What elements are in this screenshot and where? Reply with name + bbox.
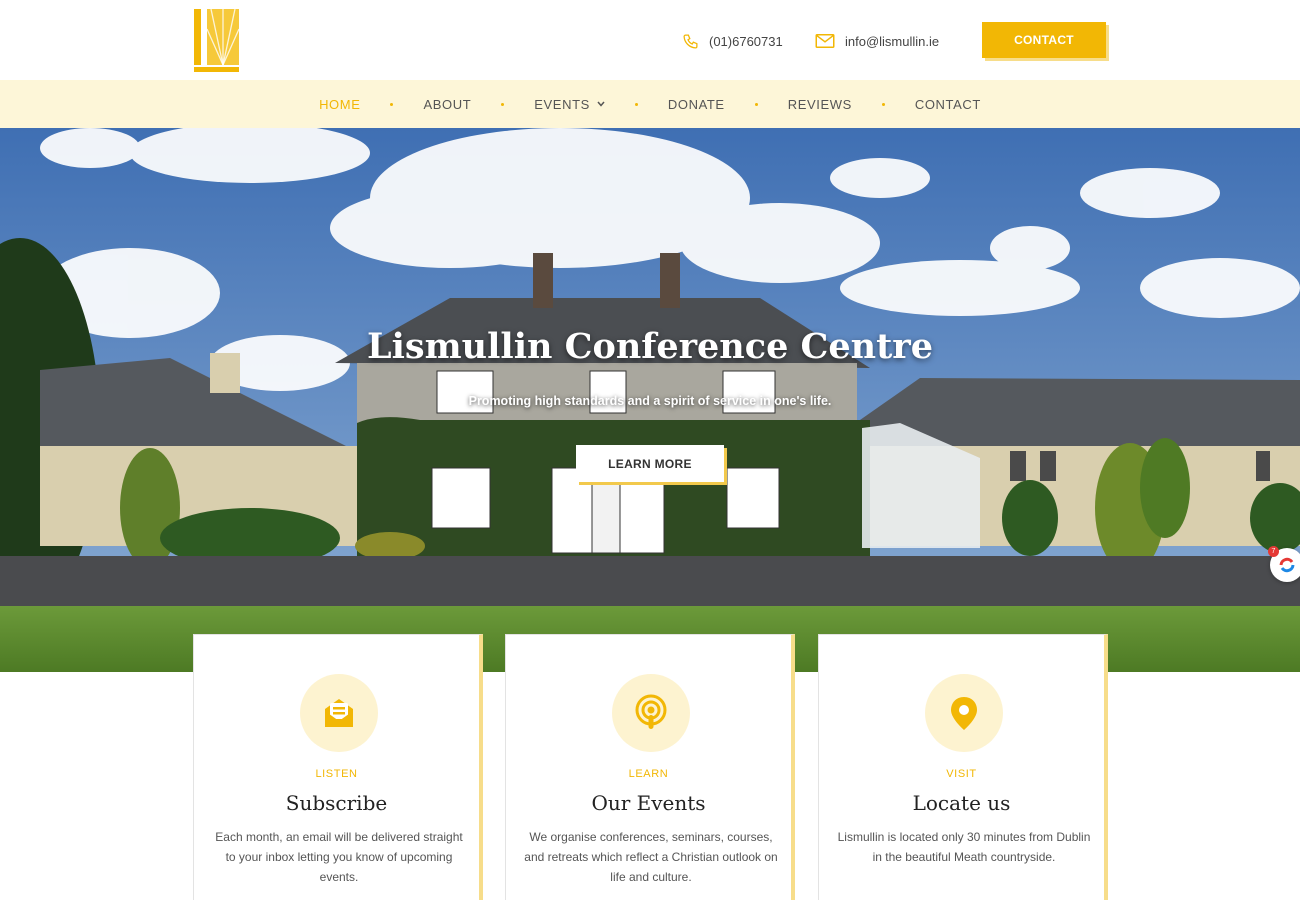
nav-item-contact[interactable]: CONTACT: [915, 97, 981, 112]
nav-separator: [501, 102, 505, 106]
card-text: We organise conferences, seminars, cours…: [524, 830, 778, 884]
chevron-down-icon: [597, 101, 605, 107]
map-pin-icon: [951, 697, 977, 730]
hero-section: Lismullin Conference Centre Promoting hi…: [0, 128, 1300, 672]
nav-separator: [754, 102, 758, 106]
envelope-open-icon: [325, 699, 353, 727]
mail-icon: [815, 34, 835, 48]
card-kicker: VISIT: [946, 768, 977, 780]
card-text: Each month, an email will be delivered s…: [215, 830, 463, 884]
nav-item-donate[interactable]: DONATE: [668, 97, 725, 112]
nav-item-about[interactable]: ABOUT: [423, 97, 471, 112]
card-locate-us[interactable]: VISIT Locate us Lismullin is located onl…: [818, 634, 1108, 900]
card-title: Subscribe: [285, 791, 388, 815]
card-kicker: LISTEN: [315, 768, 358, 780]
card-our-events[interactable]: LEARN Our Events We organise conferences…: [505, 634, 795, 900]
top-bar: (01)6760731 info@lismullin.ie CONTACT: [0, 0, 1300, 80]
main-nav: HOME ABOUT EVENTS DONATE REVIEWS CONTACT: [0, 80, 1300, 128]
email-address[interactable]: info@lismullin.ie: [845, 34, 939, 49]
podcast-icon: [635, 694, 667, 729]
logo[interactable]: [193, 7, 241, 73]
phone-icon: [683, 33, 698, 49]
nav-item-events-label: EVENTS: [534, 96, 590, 112]
phone-contact[interactable]: (01)6760731: [682, 29, 783, 53]
nav-separator: [634, 102, 638, 106]
phone-number[interactable]: (01)6760731: [709, 34, 783, 49]
lismullin-logo-icon: [194, 8, 240, 72]
hero-subtitle: Promoting high standards and a spirit of…: [468, 394, 832, 408]
hero-title: Lismullin Conference Centre: [367, 326, 933, 367]
card-subscribe[interactable]: LISTEN Subscribe Each month, an email wi…: [193, 634, 483, 900]
nav-item-reviews[interactable]: REVIEWS: [788, 97, 852, 112]
nav-separator: [881, 102, 885, 106]
card-icon-circle: [925, 674, 1003, 752]
email-contact[interactable]: info@lismullin.ie: [815, 29, 939, 53]
card-text: Lismullin is located only 30 minutes fro…: [837, 830, 1091, 864]
card-kicker: LEARN: [628, 768, 669, 780]
card-icon-circle: [300, 674, 378, 752]
card-icon-circle: [612, 674, 690, 752]
learn-more-button[interactable]: LEARN MORE: [576, 445, 724, 482]
nav-item-events[interactable]: EVENTS: [534, 97, 605, 112]
nav-item-home[interactable]: HOME: [319, 97, 360, 112]
contact-button[interactable]: CONTACT: [982, 22, 1106, 58]
card-title: Locate us: [912, 791, 1011, 815]
chat-widget-icon: [1279, 557, 1295, 573]
card-title: Our Events: [591, 791, 706, 815]
nav-separator: [390, 102, 394, 106]
notification-badge: 7: [1268, 546, 1279, 557]
